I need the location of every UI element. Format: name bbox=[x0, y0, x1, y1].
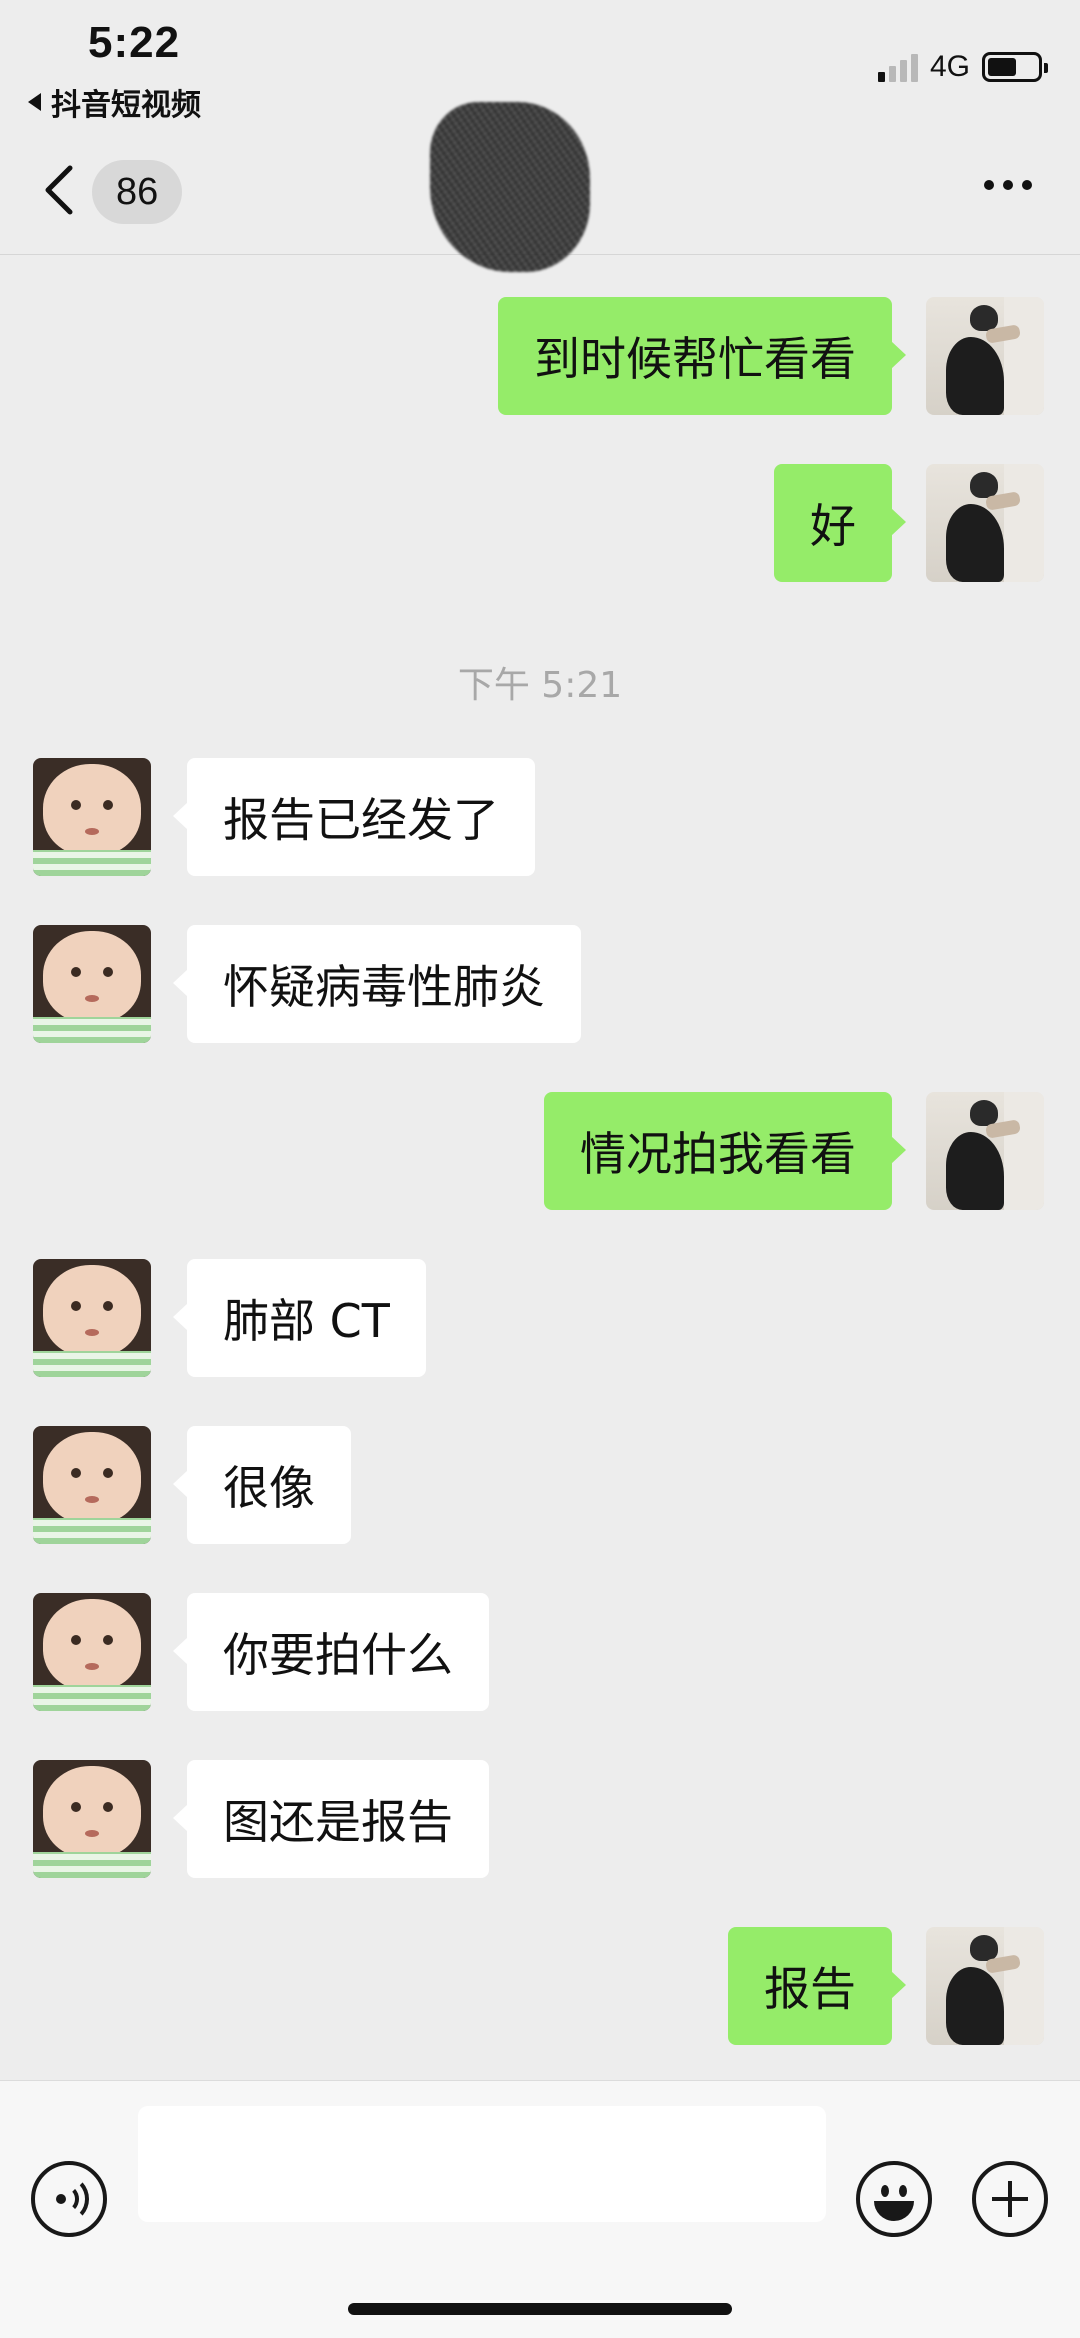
message-incoming: 肺部 CT bbox=[0, 1259, 1080, 1377]
battery-icon bbox=[982, 52, 1048, 82]
status-bar: 5:22 抖音短视频 4G bbox=[0, 0, 1080, 123]
voice-icon[interactable] bbox=[31, 2161, 107, 2237]
plus-icon[interactable] bbox=[972, 2161, 1048, 2237]
back-triangle-icon bbox=[28, 93, 41, 111]
message-timestamp: 下午 5:21 bbox=[457, 665, 623, 706]
message-outgoing: 报告 bbox=[0, 1927, 1080, 2045]
message-incoming: 图还是报告 bbox=[0, 1760, 1080, 1878]
network-label: 4G bbox=[929, 50, 970, 83]
dog-avatar-icon[interactable] bbox=[926, 1927, 1044, 2045]
input-bar bbox=[0, 2080, 1080, 2338]
message-bubble[interactable]: 很像 bbox=[173, 1426, 351, 1544]
unread-count-badge[interactable]: 86 bbox=[92, 160, 183, 224]
more-dots-icon[interactable] bbox=[984, 180, 1032, 190]
message-incoming: 很像 bbox=[0, 1426, 1080, 1544]
message-bubble[interactable]: 报告 bbox=[728, 1927, 906, 2045]
message-outgoing: 好 bbox=[0, 464, 1080, 582]
message-bubble[interactable]: 你要拍什么 bbox=[173, 1593, 489, 1711]
message-bubble[interactable]: 情况拍我看看 bbox=[544, 1092, 906, 1210]
status-indicators: 4G bbox=[877, 50, 1048, 84]
back-to-app-link[interactable]: 抖音短视频 bbox=[28, 80, 201, 124]
message-outgoing: 到时候帮忙看看 bbox=[0, 297, 1080, 415]
chat-title-redacted bbox=[430, 102, 590, 272]
chat-nav-bar: 86 bbox=[0, 102, 1080, 272]
message-incoming: 你要拍什么 bbox=[0, 1593, 1080, 1711]
message-bubble[interactable]: 怀疑病毒性肺炎 bbox=[173, 925, 581, 1043]
message-bubble[interactable]: 图还是报告 bbox=[173, 1760, 489, 1878]
dog-avatar-icon[interactable] bbox=[926, 1092, 1044, 1210]
message-incoming: 报告已经发了 bbox=[0, 758, 1080, 876]
message-bubble[interactable]: 好 bbox=[774, 464, 906, 582]
baby-avatar-icon[interactable] bbox=[33, 1426, 151, 1544]
chevron-left-icon[interactable] bbox=[40, 162, 80, 218]
message-outgoing: 情况拍我看看 bbox=[0, 1092, 1080, 1210]
status-time: 5:22 bbox=[88, 18, 181, 67]
baby-avatar-icon[interactable] bbox=[33, 758, 151, 876]
baby-avatar-icon[interactable] bbox=[33, 1593, 151, 1711]
dog-avatar-icon[interactable] bbox=[926, 464, 1044, 582]
back-app-label: 抖音短视频 bbox=[51, 88, 201, 123]
baby-avatar-icon[interactable] bbox=[33, 1259, 151, 1377]
dog-avatar-icon[interactable] bbox=[926, 297, 1044, 415]
message-input[interactable] bbox=[138, 2106, 826, 2222]
signal-icon bbox=[877, 52, 918, 82]
message-bubble[interactable]: 肺部 CT bbox=[173, 1259, 426, 1377]
baby-avatar-icon[interactable] bbox=[33, 925, 151, 1043]
emoji-icon[interactable] bbox=[856, 2161, 932, 2237]
message-bubble[interactable]: 报告已经发了 bbox=[173, 758, 535, 876]
baby-avatar-icon[interactable] bbox=[33, 1760, 151, 1878]
home-indicator[interactable] bbox=[348, 2303, 732, 2315]
message-bubble[interactable]: 到时候帮忙看看 bbox=[498, 297, 906, 415]
message-incoming: 怀疑病毒性肺炎 bbox=[0, 925, 1080, 1043]
